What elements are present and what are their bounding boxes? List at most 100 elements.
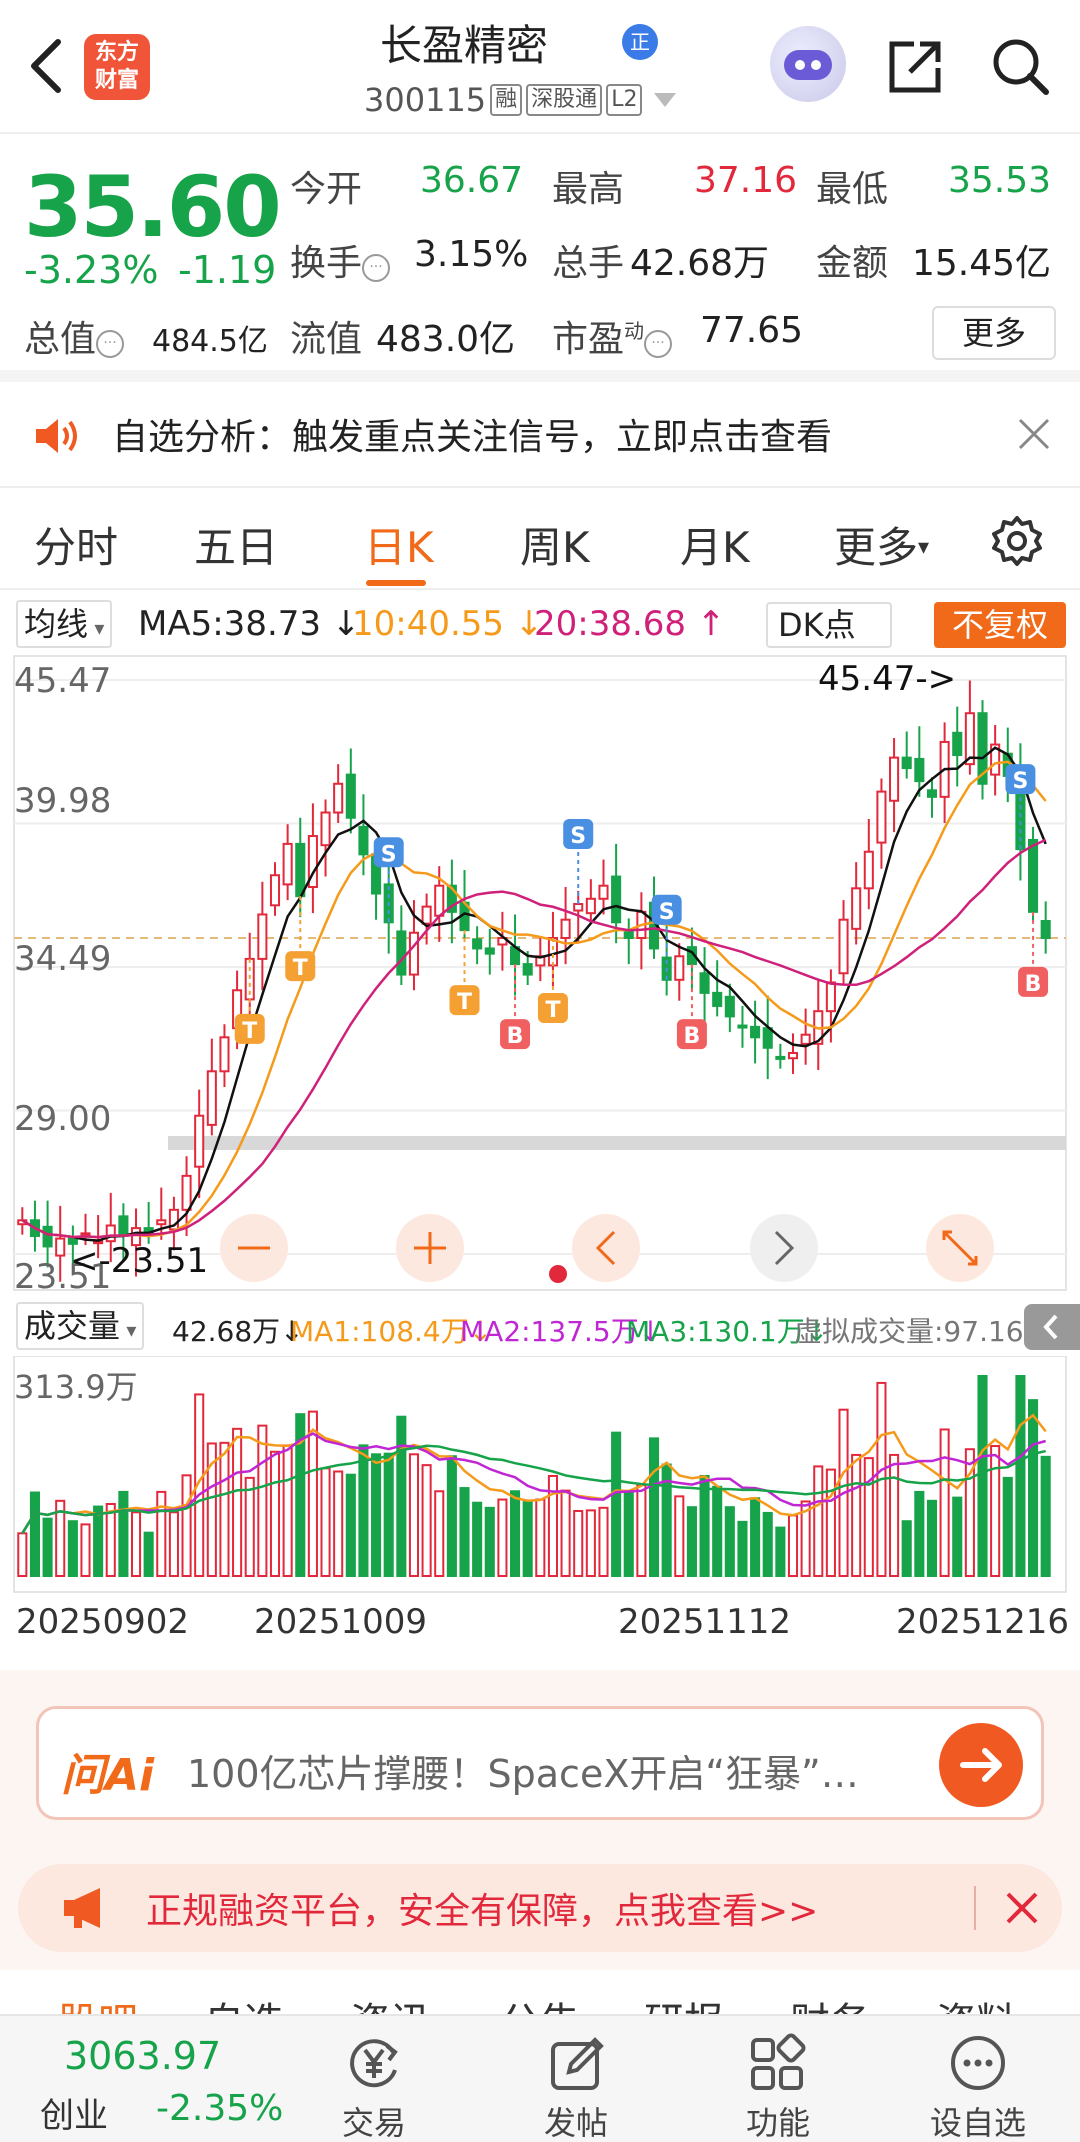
candle-body bbox=[762, 1027, 773, 1049]
volume-bar bbox=[345, 1473, 356, 1577]
tab-zixuan[interactable]: 自选 bbox=[204, 1990, 284, 2014]
volume-bar bbox=[143, 1531, 154, 1578]
signal-letter: B bbox=[507, 1024, 524, 1049]
notice-bar[interactable]: 自选分析：触发重点关注信号，立即点击查看 bbox=[0, 382, 1080, 488]
no-adjust-button[interactable]: 不复权 bbox=[934, 602, 1066, 648]
tab-monthly-k[interactable]: 月K bbox=[680, 514, 750, 575]
volume-bar bbox=[750, 1497, 761, 1577]
candle-body bbox=[358, 825, 369, 856]
volume-bar bbox=[648, 1437, 660, 1577]
volume-bar bbox=[93, 1505, 104, 1577]
candle-body bbox=[206, 1070, 217, 1126]
promo-banner[interactable]: 正规融资平台，安全有保障，点我查看>> bbox=[18, 1864, 1062, 1952]
pe-label[interactable]: 市盈动 ··· bbox=[552, 310, 673, 362]
change-percent: -3.23% bbox=[24, 248, 159, 292]
megaphone-icon bbox=[64, 1888, 100, 1928]
volume-value: 42.68万↓ bbox=[172, 1315, 304, 1348]
tab-profile[interactable]: 资料 bbox=[936, 1990, 1016, 2014]
search-icon[interactable] bbox=[988, 34, 1052, 98]
chevron-left-icon bbox=[1043, 1314, 1058, 1340]
dk-point-button[interactable]: DK点 bbox=[766, 602, 892, 648]
ai-question-box[interactable]: 问Ai 100亿芯片撑腰！SpaceX开启“狂暴”… bbox=[36, 1706, 1044, 1820]
volume-bar bbox=[358, 1444, 369, 1578]
volume-bar bbox=[269, 1450, 281, 1577]
ai-submit-button[interactable] bbox=[939, 1723, 1023, 1807]
volume-bar bbox=[497, 1498, 508, 1577]
signal-letter: S bbox=[570, 824, 586, 849]
stock-code-row[interactable]: 300115 融 深股通 L2 bbox=[364, 80, 677, 120]
tag-level2: L2 bbox=[606, 84, 643, 116]
period-tabs: 分时 五日 日K 周K 月K 更多▾ bbox=[0, 490, 1080, 590]
volume-bar bbox=[598, 1506, 609, 1577]
ai-robot-icon[interactable] bbox=[770, 26, 846, 102]
candle-body bbox=[345, 773, 356, 819]
tab-guba[interactable]: 股吧 bbox=[58, 1990, 138, 2014]
nav-label: 设自选 bbox=[929, 2104, 1026, 2142]
yen-cycle-icon bbox=[350, 2039, 398, 2088]
divider bbox=[974, 1886, 976, 1930]
nav-post[interactable]: 发帖 bbox=[516, 2026, 636, 2142]
tab-more[interactable]: 更多▾ bbox=[834, 514, 929, 575]
info-icon: ··· bbox=[644, 330, 673, 358]
kline-chart[interactable]: SSSSTTT TBBB 45.47 39.98 34.49 29.00 23.5… bbox=[0, 654, 1080, 1294]
tab-research[interactable]: 研报 bbox=[644, 1990, 724, 2014]
nav-functions[interactable]: 功能 bbox=[718, 2026, 838, 2142]
tab-weekly-k[interactable]: 周K bbox=[520, 514, 590, 575]
tab-daily-k[interactable]: 日K bbox=[364, 514, 434, 575]
date-label: 20251216 bbox=[896, 1602, 1070, 1642]
y-label-4: 29.00 bbox=[14, 1099, 111, 1139]
volume-bar bbox=[29, 1491, 40, 1578]
signal-letter: S bbox=[659, 900, 675, 925]
zoom-in-button[interactable] bbox=[396, 1214, 464, 1282]
active-tab-indicator bbox=[366, 580, 426, 586]
collapse-panel-button[interactable] bbox=[1024, 1304, 1080, 1350]
tab-news[interactable]: 资讯 bbox=[350, 1990, 430, 2014]
signal-letter: T bbox=[293, 956, 308, 981]
candle-body bbox=[396, 930, 407, 976]
date-label: 20251009 bbox=[254, 1602, 428, 1642]
apps-grid-icon bbox=[751, 2033, 806, 2090]
zoom-out-button[interactable] bbox=[220, 1214, 288, 1282]
volume-select[interactable]: 成交量 ▾ bbox=[16, 1302, 145, 1350]
date-label: 20251112 bbox=[618, 1602, 792, 1642]
volume-bar bbox=[118, 1490, 129, 1578]
app-logo[interactable]: 东方 财富 bbox=[84, 34, 150, 100]
mktcap-label[interactable]: 总值 ··· bbox=[24, 310, 125, 362]
share-icon[interactable] bbox=[884, 36, 946, 98]
volume-bar bbox=[434, 1490, 445, 1578]
low-label: 最低 bbox=[816, 169, 889, 210]
tab-finance[interactable]: 财务 bbox=[790, 1990, 870, 2014]
back-arrow-icon[interactable] bbox=[22, 36, 72, 96]
volume-bar bbox=[535, 1498, 546, 1577]
live-dot bbox=[549, 1265, 567, 1283]
scroll-right-button[interactable] bbox=[750, 1214, 818, 1282]
ma-select[interactable]: 均线 ▾ bbox=[16, 600, 113, 648]
candle-body bbox=[889, 756, 900, 802]
fullscreen-button[interactable] bbox=[926, 1214, 994, 1282]
candle-body bbox=[800, 1033, 811, 1045]
candle-body bbox=[775, 1055, 786, 1060]
close-icon[interactable] bbox=[1016, 416, 1052, 452]
tab-announcements[interactable]: 公告 bbox=[500, 1990, 580, 2014]
nav-trade[interactable]: 交易 bbox=[314, 2026, 434, 2142]
ma10-line bbox=[21, 760, 1047, 1239]
gear-icon[interactable] bbox=[990, 514, 1044, 568]
candle-body bbox=[1028, 838, 1039, 913]
signal-letter: T bbox=[545, 998, 560, 1023]
turnover-value: 3.15% bbox=[414, 234, 529, 275]
close-icon[interactable] bbox=[1004, 1890, 1040, 1926]
tab-intraday[interactable]: 分时 bbox=[34, 514, 118, 575]
nav-add-watchlist[interactable]: 设自选 bbox=[918, 2026, 1038, 2142]
open-label: 今开 bbox=[290, 169, 363, 210]
candle-body bbox=[484, 947, 495, 955]
scroll-left-button[interactable] bbox=[572, 1214, 640, 1282]
candle-body bbox=[156, 1219, 167, 1226]
candle-body bbox=[611, 875, 622, 924]
ai-section: 问Ai 100亿芯片撑腰！SpaceX开启“狂暴”… bbox=[0, 1670, 1080, 1820]
volume-bar bbox=[42, 1517, 53, 1577]
turnover-label[interactable]: 换手 ··· bbox=[290, 234, 391, 286]
more-quote-button[interactable]: 更多 bbox=[932, 306, 1056, 360]
tab-five-day[interactable]: 五日 bbox=[194, 514, 278, 575]
candle-body bbox=[560, 918, 571, 939]
stock-code: 300115 bbox=[364, 81, 487, 119]
